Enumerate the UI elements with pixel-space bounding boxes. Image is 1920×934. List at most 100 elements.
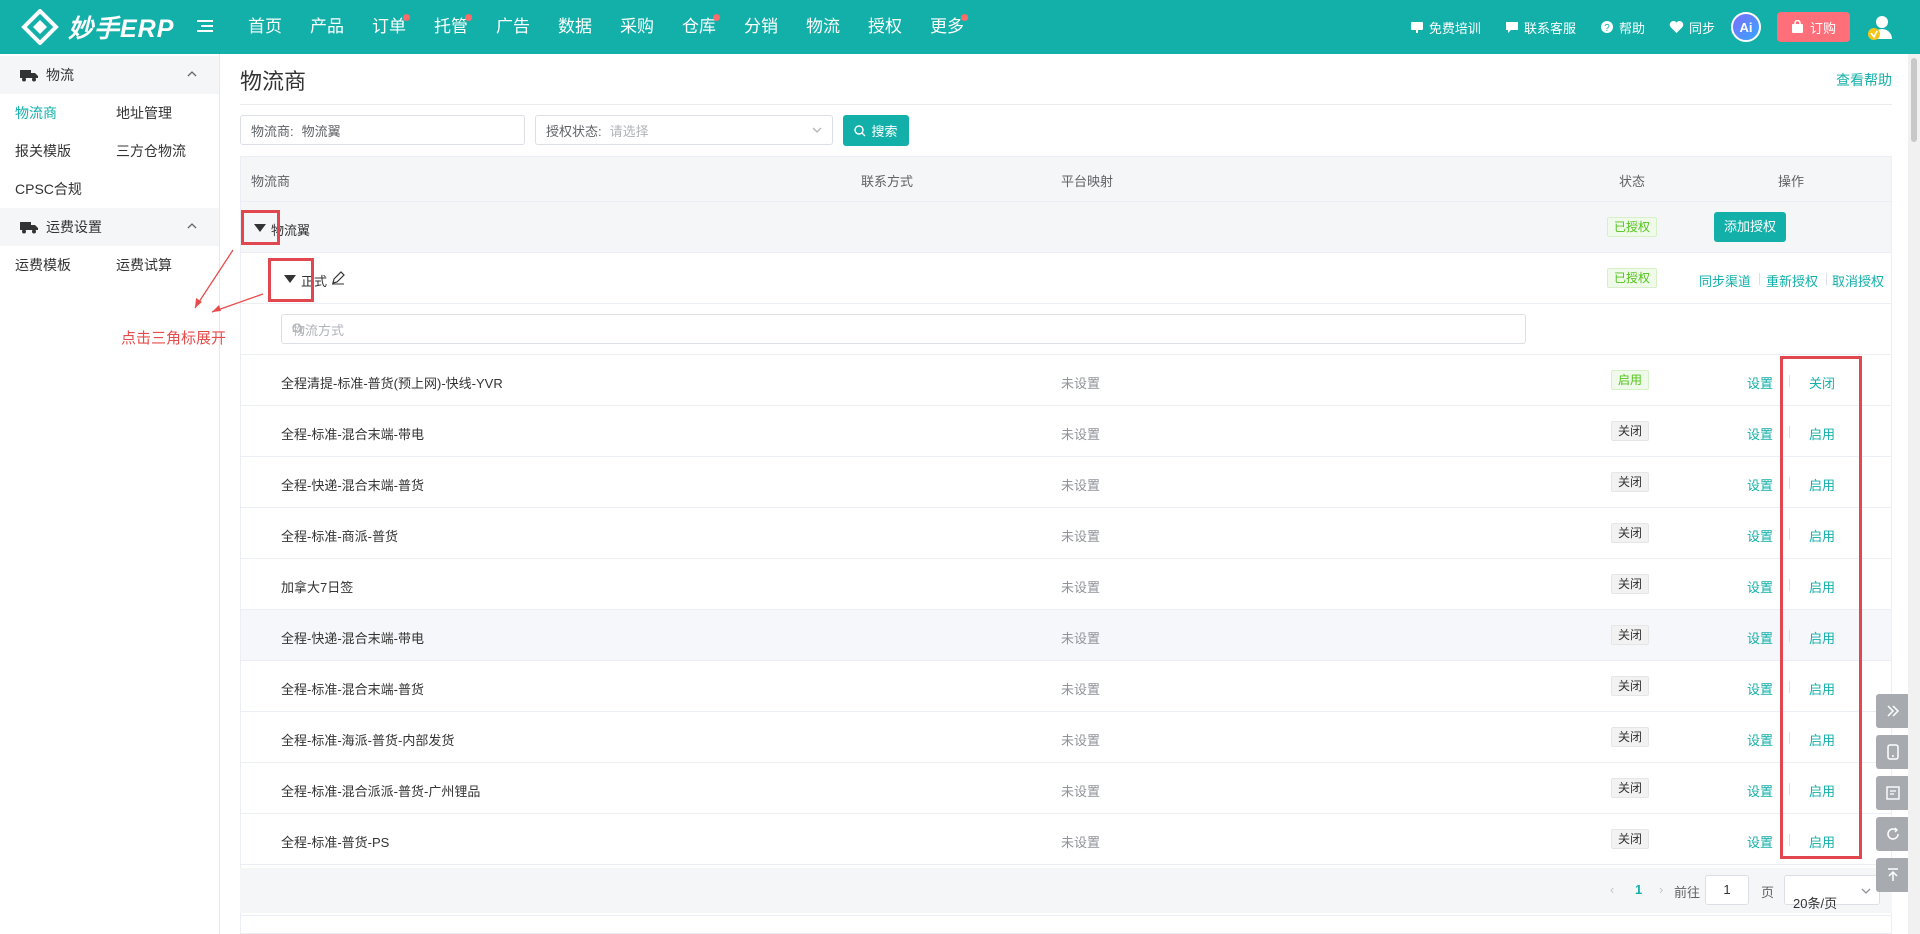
divider — [1789, 834, 1790, 846]
free-training-link[interactable]: 免费培训 — [1410, 18, 1481, 37]
method-status-tag: 关闭 — [1611, 523, 1650, 543]
sidebar-group-logistics[interactable]: 物流 — [0, 56, 219, 94]
method-settings-link[interactable]: 设置 — [1747, 730, 1773, 749]
divider — [1789, 732, 1790, 744]
nav-item-more[interactable]: 更多 — [916, 0, 978, 54]
refresh-tool-button[interactable] — [1876, 817, 1910, 851]
method-toggle-link[interactable]: 启用 — [1809, 628, 1835, 647]
method-settings-link[interactable]: 设置 — [1747, 832, 1773, 851]
method-name: 全程-标准-混合派派-普货-广州锂品 — [281, 784, 481, 799]
page-number-current[interactable]: 1 — [1635, 882, 1642, 897]
sidebar-item-customs-template[interactable]: 报关模版 — [0, 141, 101, 161]
chevron-down-icon — [1861, 888, 1871, 894]
nav-item-logistics[interactable]: 物流 — [792, 0, 854, 54]
order-button[interactable]: 订购 — [1776, 12, 1850, 42]
carrier-filter[interactable]: 物流商: 物流翼 — [240, 115, 525, 145]
method-settings-link[interactable]: 设置 — [1747, 577, 1773, 596]
table-row: 全程-快递-混合末端-普货 未设置 关闭 设置 启用 — [241, 457, 1891, 508]
menu-icon[interactable] — [196, 17, 214, 35]
nav-item-hosting[interactable]: 托管 — [420, 0, 482, 54]
scrollbar-thumb[interactable] — [1911, 58, 1917, 142]
method-settings-link[interactable]: 设置 — [1747, 526, 1773, 545]
expand-triangle-icon[interactable] — [284, 275, 296, 283]
nav-item-authorization[interactable]: 授权 — [854, 0, 916, 54]
nav-item-home[interactable]: 首页 — [234, 0, 296, 54]
method-toggle-link[interactable]: 启用 — [1809, 679, 1835, 698]
method-status-tag: 关闭 — [1611, 676, 1650, 696]
page-title: 物流商 — [240, 69, 307, 94]
method-settings-link[interactable]: 设置 — [1747, 424, 1773, 443]
nav-item-purchase[interactable]: 采购 — [606, 0, 668, 54]
next-page-icon[interactable]: › — [1659, 882, 1663, 897]
header-status: 状态 — [1619, 174, 1646, 189]
method-toggle-link[interactable]: 启用 — [1809, 781, 1835, 800]
method-name: 加拿大7日签 — [281, 580, 354, 595]
method-settings-link[interactable]: 设置 — [1747, 781, 1773, 800]
method-settings-link[interactable]: 设置 — [1747, 628, 1773, 647]
page-size-select[interactable]: 20条/页 — [1784, 875, 1880, 911]
mapping-value: 未设置 — [1061, 631, 1101, 646]
auth-status-select[interactable]: 授权状态: 请选择 — [535, 115, 833, 145]
contact-service-link[interactable]: 联系客服 — [1505, 18, 1576, 37]
page-jump-input[interactable]: 1 — [1705, 875, 1749, 905]
method-toggle-link[interactable]: 启用 — [1809, 577, 1835, 596]
carrier-name: 物流翼 — [271, 223, 311, 238]
sync-channel-link[interactable]: 同步渠道 — [1699, 271, 1751, 290]
method-status-tag: 关闭 — [1611, 472, 1650, 492]
method-toggle-link[interactable]: 启用 — [1809, 730, 1835, 749]
method-settings-link[interactable]: 设置 — [1747, 679, 1773, 698]
method-toggle-link[interactable]: 启用 — [1809, 475, 1835, 494]
sidebar-item-cpsc[interactable]: CPSC合规 — [0, 179, 101, 199]
method-toggle-link[interactable]: 启用 — [1809, 424, 1835, 443]
back-to-top-button[interactable] — [1876, 858, 1910, 892]
nav-item-product[interactable]: 产品 — [296, 0, 358, 54]
nav-item-order[interactable]: 订单 — [358, 0, 420, 54]
mobile-tool-button[interactable] — [1876, 735, 1910, 769]
header-ops: 操作 — [1778, 174, 1805, 189]
nav-item-data[interactable]: 数据 — [544, 0, 606, 54]
sidebar-item-address[interactable]: 地址管理 — [101, 103, 202, 123]
sidebar-item-freight-calc[interactable]: 运费试算 — [101, 255, 202, 275]
sidebar-item-freight-template[interactable]: 运费模板 — [0, 255, 101, 275]
expand-tool-button[interactable] — [1876, 694, 1910, 728]
sidebar-group-freight[interactable]: 运费设置 — [0, 208, 219, 246]
sidebar-item-carrier[interactable]: 物流商 — [0, 103, 101, 123]
feedback-tool-button[interactable] — [1876, 776, 1910, 810]
method-toggle-link[interactable]: 启用 — [1809, 832, 1835, 851]
method-status-tag: 关闭 — [1611, 421, 1650, 441]
floating-tools — [1876, 694, 1910, 899]
nav-item-ads[interactable]: 广告 — [482, 0, 544, 54]
table-row: 全程-标准-混合派派-普货-广州锂品 未设置 关闭 设置 启用 — [241, 763, 1891, 814]
header-contact: 联系方式 — [861, 174, 914, 189]
table-row: 全程-快递-混合末端-带电 未设置 关闭 设置 启用 — [241, 610, 1891, 661]
help-link[interactable]: ? 帮助 — [1600, 18, 1645, 37]
nav-item-distribution[interactable]: 分销 — [730, 0, 792, 54]
sync-link[interactable]: 同步 — [1669, 18, 1715, 37]
search-button[interactable]: 搜索 — [843, 115, 909, 146]
page-scrollbar[interactable] — [1908, 54, 1920, 934]
method-search-input[interactable]: 物流方式 — [281, 314, 1526, 344]
method-toggle-link[interactable]: 关闭 — [1809, 373, 1835, 392]
cancel-auth-link[interactable]: 取消授权 — [1832, 271, 1884, 290]
user-avatar[interactable] — [1866, 13, 1894, 41]
nav-item-warehouse[interactable]: 仓库 — [668, 0, 730, 54]
method-name: 全程-标准-商派-普货 — [281, 529, 398, 544]
edit-icon[interactable] — [331, 271, 345, 285]
ai-assistant-button[interactable]: Ai — [1730, 12, 1761, 42]
method-settings-link[interactable]: 设置 — [1747, 373, 1773, 392]
mobile-icon — [1887, 744, 1899, 760]
method-toggle-link[interactable]: 启用 — [1809, 526, 1835, 545]
view-help-link[interactable]: 查看帮助 — [1836, 70, 1892, 90]
expand-triangle-icon[interactable] — [254, 224, 266, 232]
logo[interactable]: 妙手ERP — [20, 9, 174, 45]
sidebar: 物流 物流商 地址管理 报关模版 三方仓物流 CPSC合规 运费设置 运费模板 … — [0, 54, 220, 934]
sidebar-item-3pl-logistics[interactable]: 三方仓物流 — [101, 141, 202, 161]
mapping-value: 未设置 — [1061, 376, 1101, 391]
method-name: 全程-快递-混合末端-普货 — [281, 478, 424, 493]
method-settings-link[interactable]: 设置 — [1747, 475, 1773, 494]
bag-icon — [1791, 20, 1803, 33]
prev-page-icon[interactable]: ‹ — [1610, 882, 1614, 897]
reauthorize-link[interactable]: 重新授权 — [1766, 271, 1818, 290]
method-status-tag: 关闭 — [1611, 778, 1650, 798]
add-auth-button[interactable]: 添加授权 — [1714, 212, 1787, 242]
